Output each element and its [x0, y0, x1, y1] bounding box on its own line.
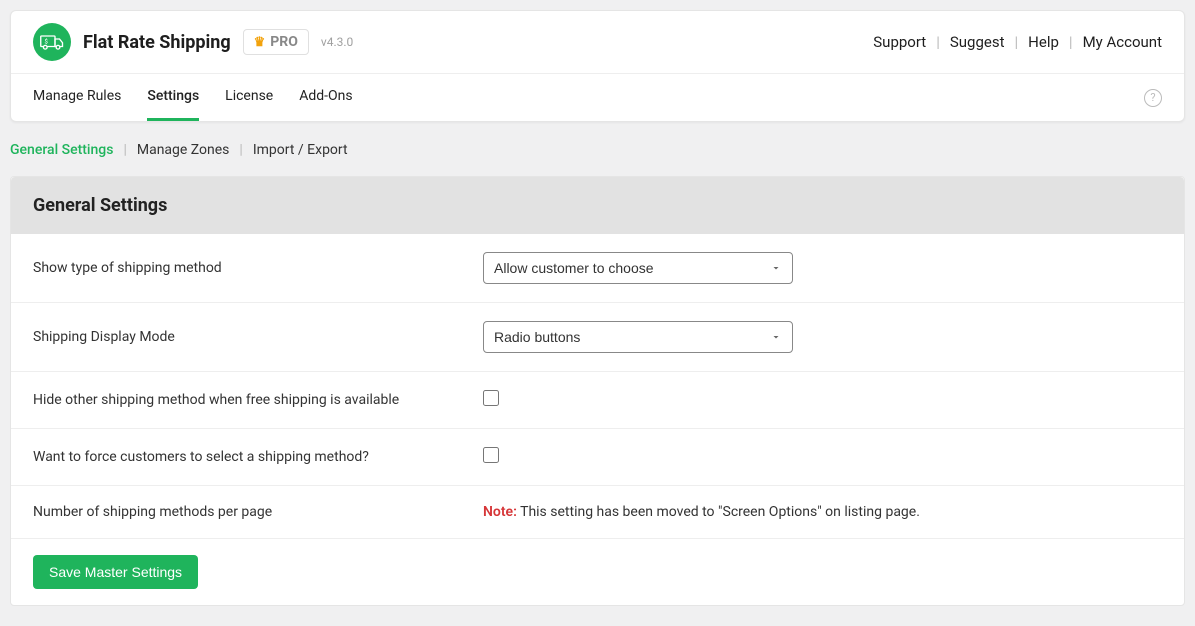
setting-row-force-select: Want to force customers to select a ship… — [11, 429, 1184, 486]
header-right-links: Support | Suggest | Help | My Account — [873, 33, 1162, 51]
setting-row-per-page: Number of shipping methods per page Note… — [11, 486, 1184, 539]
app-title: Flat Rate Shipping — [83, 32, 231, 53]
setting-row-hide-other: Hide other shipping method when free shi… — [11, 372, 1184, 429]
note-prefix: Note: — [483, 504, 517, 520]
setting-label: Shipping Display Mode — [33, 329, 483, 345]
setting-label: Hide other shipping method when free shi… — [33, 392, 483, 408]
sub-tabs: General Settings | Manage Zones | Import… — [10, 142, 1185, 176]
setting-label: Number of shipping methods per page — [33, 504, 483, 520]
header-top: $ Flat Rate Shipping ♛ PRO v4.3.0 Suppor… — [11, 11, 1184, 74]
separator: | — [1069, 33, 1073, 51]
header-left: $ Flat Rate Shipping ♛ PRO v4.3.0 — [33, 23, 353, 61]
crown-icon: ♛ — [254, 35, 266, 50]
setting-row-show-type: Show type of shipping method Allow custo… — [11, 234, 1184, 303]
help-icon[interactable]: ? — [1144, 89, 1162, 107]
tab-manage-rules[interactable]: Manage Rules — [33, 74, 121, 121]
separator: | — [239, 142, 242, 158]
note-body: This setting has been moved to "Screen O… — [517, 504, 920, 520]
header-card: $ Flat Rate Shipping ♛ PRO v4.3.0 Suppor… — [10, 10, 1185, 122]
separator: | — [936, 33, 940, 51]
subtab-general-settings[interactable]: General Settings — [10, 142, 113, 158]
show-type-select[interactable]: Allow customer to choose — [483, 252, 793, 284]
separator: | — [123, 142, 126, 158]
setting-row-display-mode: Shipping Display Mode Radio buttons — [11, 303, 1184, 372]
account-link[interactable]: My Account — [1083, 33, 1162, 51]
settings-panel: General Settings Show type of shipping m… — [10, 176, 1185, 606]
setting-label: Want to force customers to select a ship… — [33, 449, 483, 465]
panel-footer: Save Master Settings — [11, 539, 1184, 605]
separator: | — [1015, 33, 1019, 51]
svg-text:$: $ — [45, 39, 49, 46]
setting-label: Show type of shipping method — [33, 260, 483, 276]
main-tabs: Manage Rules Settings License Add-Ons ? — [11, 74, 1184, 121]
help-link[interactable]: Help — [1028, 33, 1059, 51]
force-select-checkbox[interactable] — [483, 447, 499, 463]
display-mode-select[interactable]: Radio buttons — [483, 321, 793, 353]
version-label: v4.3.0 — [321, 35, 353, 49]
save-button[interactable]: Save Master Settings — [33, 555, 198, 589]
tab-settings[interactable]: Settings — [147, 74, 199, 121]
tab-addons[interactable]: Add-Ons — [299, 74, 352, 121]
support-link[interactable]: Support — [873, 33, 926, 51]
app-logo-icon: $ — [33, 23, 71, 61]
note-text: Note: This setting has been moved to "Sc… — [483, 504, 920, 520]
pro-label: PRO — [270, 34, 298, 50]
subtab-import-export[interactable]: Import / Export — [253, 142, 348, 158]
pro-badge: ♛ PRO — [243, 29, 309, 55]
hide-other-checkbox[interactable] — [483, 390, 499, 406]
panel-title: General Settings — [11, 177, 1184, 234]
subtab-manage-zones[interactable]: Manage Zones — [137, 142, 230, 158]
suggest-link[interactable]: Suggest — [950, 33, 1005, 51]
tab-license[interactable]: License — [225, 74, 273, 121]
